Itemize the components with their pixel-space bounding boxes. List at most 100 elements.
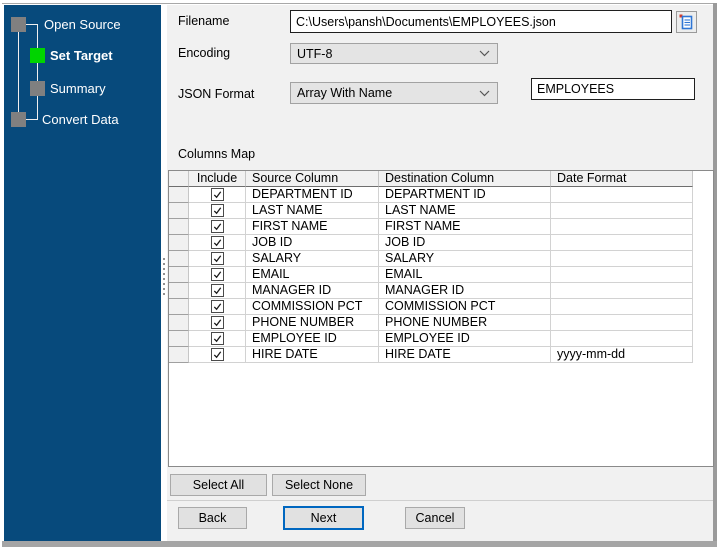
row-header-cell[interactable]	[169, 267, 189, 283]
table-row[interactable]: LAST NAME LAST NAME	[169, 203, 713, 219]
include-cell	[189, 315, 246, 331]
columns-map-title: Columns Map	[178, 147, 256, 161]
source-column-cell[interactable]: DEPARTMENT ID	[246, 187, 379, 203]
date-format-cell[interactable]	[551, 267, 693, 283]
filename-label: Filename	[178, 14, 230, 28]
row-header-cell[interactable]	[169, 299, 189, 315]
destination-column-cell[interactable]: MANAGER ID	[379, 283, 551, 299]
table-row[interactable]: SALARY SALARY	[169, 251, 713, 267]
destination-column-cell[interactable]: COMMISSION PCT	[379, 299, 551, 315]
table-row[interactable]: MANAGER ID MANAGER ID	[169, 283, 713, 299]
table-row[interactable]: COMMISSION PCT COMMISSION PCT	[169, 299, 713, 315]
include-cell	[189, 219, 246, 235]
row-header-cell[interactable]	[169, 347, 189, 363]
source-column-cell[interactable]: MANAGER ID	[246, 283, 379, 299]
array-name-input[interactable]	[531, 78, 695, 100]
table-row[interactable]: DEPARTMENT ID DEPARTMENT ID	[169, 187, 713, 203]
destination-column-cell[interactable]: HIRE DATE	[379, 347, 551, 363]
encoding-label: Encoding	[178, 46, 231, 60]
row-header-cell[interactable]	[169, 187, 189, 203]
date-format-cell[interactable]	[551, 331, 693, 347]
date-format-cell[interactable]	[551, 203, 693, 219]
source-column-cell[interactable]: EMAIL	[246, 267, 379, 283]
date-format-cell[interactable]	[551, 251, 693, 267]
include-checkbox[interactable]	[210, 284, 224, 297]
table-row[interactable]: EMPLOYEE ID EMPLOYEE ID	[169, 331, 713, 347]
table-row[interactable]: FIRST NAME FIRST NAME	[169, 219, 713, 235]
source-column-cell[interactable]: COMMISSION PCT	[246, 299, 379, 315]
browse-file-button[interactable]	[676, 11, 697, 33]
source-column-cell[interactable]: HIRE DATE	[246, 347, 379, 363]
row-header-cell[interactable]	[169, 219, 189, 235]
source-column-cell[interactable]: EMPLOYEE ID	[246, 331, 379, 347]
date-format-cell[interactable]	[551, 299, 693, 315]
columns-map-grid: Include Source Column Destination Column…	[168, 170, 714, 467]
table-row[interactable]: HIRE DATE HIRE DATE yyyy-mm-dd	[169, 347, 713, 363]
json-format-label: JSON Format	[178, 87, 255, 101]
step-connector-line	[26, 24, 38, 25]
include-cell	[189, 187, 246, 203]
destination-column-cell[interactable]: DEPARTMENT ID	[379, 187, 551, 203]
date-format-cell[interactable]	[551, 235, 693, 251]
json-format-selected-value: Array With Name	[297, 86, 393, 100]
include-cell	[189, 347, 246, 363]
step-indicator-open-source	[11, 17, 26, 32]
grid-header-row: Include Source Column Destination Column…	[169, 171, 713, 187]
include-checkbox[interactable]	[210, 268, 224, 281]
source-column-header: Source Column	[246, 171, 379, 187]
row-header-cell[interactable]	[169, 283, 189, 299]
row-header-cell[interactable]	[169, 251, 189, 267]
source-column-cell[interactable]: SALARY	[246, 251, 379, 267]
include-checkbox[interactable]	[210, 348, 224, 361]
include-checkbox[interactable]	[210, 204, 224, 217]
source-column-cell[interactable]: PHONE NUMBER	[246, 315, 379, 331]
json-format-select[interactable]: Array With Name	[290, 82, 498, 104]
splitter-grip-icon	[163, 258, 165, 296]
row-header-cell[interactable]	[169, 235, 189, 251]
date-format-cell[interactable]	[551, 219, 693, 235]
sidebar-step-convert-data: Convert Data	[42, 112, 119, 127]
document-icon	[679, 14, 694, 30]
destination-column-cell[interactable]: SALARY	[379, 251, 551, 267]
source-column-cell[interactable]: JOB ID	[246, 235, 379, 251]
date-format-cell[interactable]	[551, 315, 693, 331]
include-cell	[189, 267, 246, 283]
include-checkbox[interactable]	[210, 300, 224, 313]
destination-column-cell[interactable]: PHONE NUMBER	[379, 315, 551, 331]
encoding-selected-value: UTF-8	[297, 46, 333, 61]
step-connector-line	[26, 119, 38, 120]
sidebar-step-open-source: Open Source	[44, 17, 121, 32]
columns-map-rows: DEPARTMENT ID DEPARTMENT ID LAST NAME LA…	[169, 187, 713, 363]
include-checkbox[interactable]	[210, 252, 224, 265]
source-column-cell[interactable]: FIRST NAME	[246, 219, 379, 235]
sidebar-step-set-target: Set Target	[50, 48, 113, 63]
include-checkbox[interactable]	[210, 316, 224, 329]
filename-input[interactable]	[290, 10, 672, 33]
destination-column-cell[interactable]: LAST NAME	[379, 203, 551, 219]
back-button[interactable]: Back	[178, 507, 247, 529]
include-checkbox[interactable]	[210, 220, 224, 233]
encoding-select[interactable]: UTF-8	[290, 43, 498, 64]
destination-column-cell[interactable]: JOB ID	[379, 235, 551, 251]
include-checkbox[interactable]	[210, 236, 224, 249]
include-checkbox[interactable]	[210, 188, 224, 201]
table-row[interactable]: JOB ID JOB ID	[169, 235, 713, 251]
source-column-cell[interactable]: LAST NAME	[246, 203, 379, 219]
destination-column-cell[interactable]: EMAIL	[379, 267, 551, 283]
date-format-cell[interactable]	[551, 283, 693, 299]
row-header-cell[interactable]	[169, 331, 189, 347]
destination-column-cell[interactable]: EMPLOYEE ID	[379, 331, 551, 347]
row-header-cell[interactable]	[169, 203, 189, 219]
table-row[interactable]: EMAIL EMAIL	[169, 267, 713, 283]
date-format-cell[interactable]: yyyy-mm-dd	[551, 347, 693, 363]
include-checkbox[interactable]	[210, 332, 224, 345]
select-none-button[interactable]: Select None	[272, 474, 366, 496]
date-format-cell[interactable]	[551, 187, 693, 203]
row-header-cell[interactable]	[169, 315, 189, 331]
destination-column-cell[interactable]: FIRST NAME	[379, 219, 551, 235]
table-row[interactable]: PHONE NUMBER PHONE NUMBER	[169, 315, 713, 331]
window-top-border	[2, 3, 715, 4]
next-button[interactable]: Next	[283, 506, 364, 530]
select-all-button[interactable]: Select All	[170, 474, 267, 496]
cancel-button[interactable]: Cancel	[405, 507, 465, 529]
